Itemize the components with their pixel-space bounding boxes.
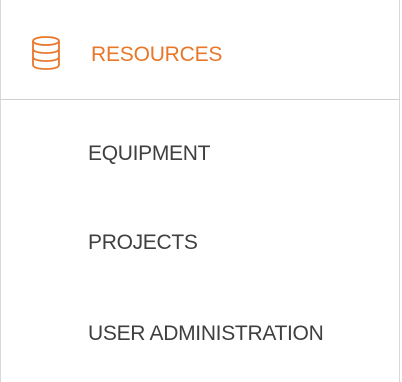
resources-menu-panel: RESOURCES EQUIPMENT PROJECTS USER ADMINI… xyxy=(0,0,400,382)
resources-label: RESOURCES xyxy=(91,43,223,66)
resources-menu-header[interactable]: RESOURCES xyxy=(1,0,399,100)
menu-item-equipment[interactable]: EQUIPMENT xyxy=(88,142,210,166)
menu-item-projects[interactable]: PROJECTS xyxy=(88,231,198,255)
database-icon xyxy=(32,36,60,70)
menu-item-user-administration[interactable]: USER ADMINISTRATION xyxy=(88,322,324,346)
